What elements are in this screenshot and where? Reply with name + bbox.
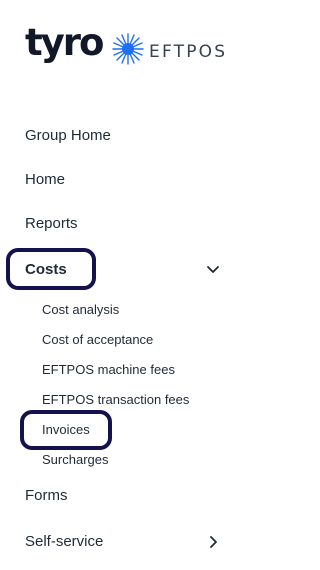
nav-item-forms[interactable]: Forms xyxy=(25,487,68,504)
tyro-eftpos-logo: tyro EFTPOS xyxy=(25,21,228,72)
subnav-item-eftpos-transaction-fees[interactable]: EFTPOS transaction fees xyxy=(42,392,189,407)
nav-item-group-home[interactable]: Group Home xyxy=(25,127,111,144)
subnav-item-invoices[interactable]: Invoices xyxy=(42,422,90,437)
chevron-down-icon[interactable] xyxy=(205,262,221,278)
chevron-right-icon[interactable] xyxy=(205,534,221,550)
nav-item-home[interactable]: Home xyxy=(25,171,65,188)
nav-item-reports[interactable]: Reports xyxy=(25,215,78,232)
nav-item-self-service[interactable]: Self-service xyxy=(25,533,103,550)
nav-item-costs[interactable]: Costs xyxy=(25,261,67,278)
subnav-item-cost-of-acceptance[interactable]: Cost of acceptance xyxy=(42,332,153,347)
logo-wordmark: tyro xyxy=(25,21,104,64)
logo-product-name: EFTPOS xyxy=(149,42,228,62)
subnav-item-surcharges[interactable]: Surcharges xyxy=(42,452,108,467)
logo-burst-icon xyxy=(112,33,144,65)
subnav-item-cost-analysis[interactable]: Cost analysis xyxy=(42,302,119,317)
subnav-item-eftpos-machine-fees[interactable]: EFTPOS machine fees xyxy=(42,362,175,377)
